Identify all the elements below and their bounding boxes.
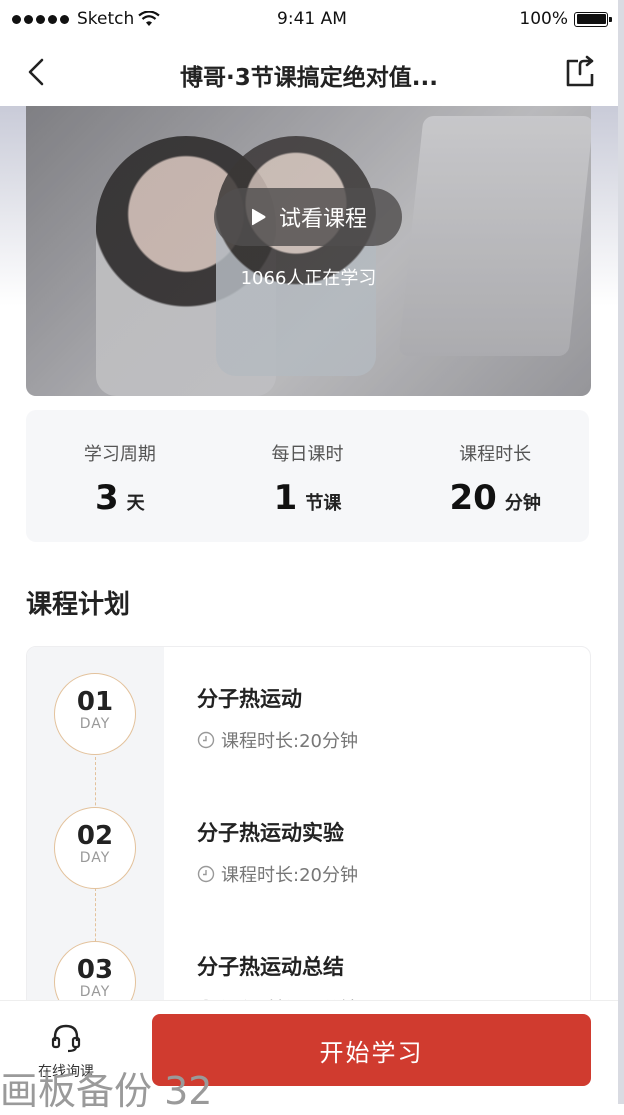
clock-icon bbox=[197, 731, 215, 749]
preview-course-button[interactable]: 试看课程 bbox=[214, 188, 402, 246]
day-number: 01 bbox=[76, 687, 114, 717]
day-badge: 02 DAY bbox=[54, 807, 136, 889]
stat-unit: 分钟 bbox=[504, 493, 541, 514]
day-label: DAY bbox=[79, 984, 111, 1000]
page-title: 博哥·3节课搞定绝对值... bbox=[180, 65, 438, 91]
course-cover-image[interactable]: 试看课程 1066人正在学习 bbox=[26, 106, 591, 396]
stat-unit: 节课 bbox=[305, 493, 342, 514]
artboard-label: 画板备份 32 bbox=[0, 1069, 213, 1113]
stat-value: 3 bbox=[95, 478, 119, 518]
right-edge-divider bbox=[618, 0, 624, 1104]
day-number: 02 bbox=[76, 821, 114, 851]
battery-percent: 100% bbox=[519, 9, 568, 29]
preview-course-label: 试看课程 bbox=[278, 207, 367, 232]
day-label: DAY bbox=[79, 716, 111, 732]
headset-icon bbox=[51, 1024, 81, 1053]
stat-label: 学习周期 bbox=[83, 444, 156, 465]
lesson-duration: 课程时长:20分钟 bbox=[197, 727, 358, 753]
stat-study-period: 学习周期 3 天 bbox=[26, 410, 214, 542]
course-plan-list: 01 DAY 分子热运动 课程时长:20分钟 02 DAY 分子热运动实验 课程… bbox=[26, 646, 591, 1028]
lesson-title: 分子热运动总结 bbox=[197, 955, 344, 979]
lesson-item[interactable]: 分子热运动 课程时长:20分钟 bbox=[197, 683, 358, 753]
status-bar: Sketch 9:41 AM 100% bbox=[0, 0, 624, 40]
learners-count: 1066人正在学习 bbox=[240, 268, 377, 289]
back-arrow-icon[interactable] bbox=[20, 54, 56, 90]
stat-value: 1 bbox=[273, 478, 298, 518]
lesson-title: 分子热运动 bbox=[197, 687, 302, 711]
stat-label: 课程时长 bbox=[459, 444, 532, 465]
clock-icon bbox=[197, 865, 215, 883]
lesson-duration: 课程时长:20分钟 bbox=[197, 861, 358, 887]
play-icon bbox=[251, 208, 266, 226]
day-badge: 01 DAY bbox=[54, 673, 136, 755]
start-learning-button[interactable]: 开始学习 bbox=[152, 1014, 591, 1086]
lesson-duration-text: 课程时长:20分钟 bbox=[221, 865, 358, 886]
day-label: DAY bbox=[79, 850, 111, 866]
course-stats-card: 学习周期 3 天 每日课时 1 节课 课程时长 20 分钟 bbox=[26, 410, 589, 542]
day-number: 03 bbox=[76, 955, 114, 985]
navigation-bar: 博哥·3节课搞定绝对值... bbox=[0, 40, 618, 106]
lesson-item[interactable]: 分子热运动实验 课程时长:20分钟 bbox=[197, 817, 358, 887]
course-plan-heading: 课程计划 bbox=[26, 590, 131, 620]
stat-value: 20 bbox=[449, 478, 497, 518]
cover-overlay bbox=[26, 106, 591, 396]
lesson-title: 分子热运动实验 bbox=[197, 821, 344, 845]
stat-daily-lessons: 每日课时 1 节课 bbox=[214, 410, 402, 542]
battery-icon bbox=[574, 11, 612, 27]
lesson-duration-text: 课程时长:20分钟 bbox=[221, 731, 358, 752]
stat-label: 每日课时 bbox=[271, 444, 344, 465]
share-icon[interactable] bbox=[562, 54, 598, 90]
battery-status: 100% bbox=[519, 9, 612, 29]
stat-course-duration: 课程时长 20 分钟 bbox=[401, 410, 589, 542]
stat-unit: 天 bbox=[126, 493, 145, 514]
